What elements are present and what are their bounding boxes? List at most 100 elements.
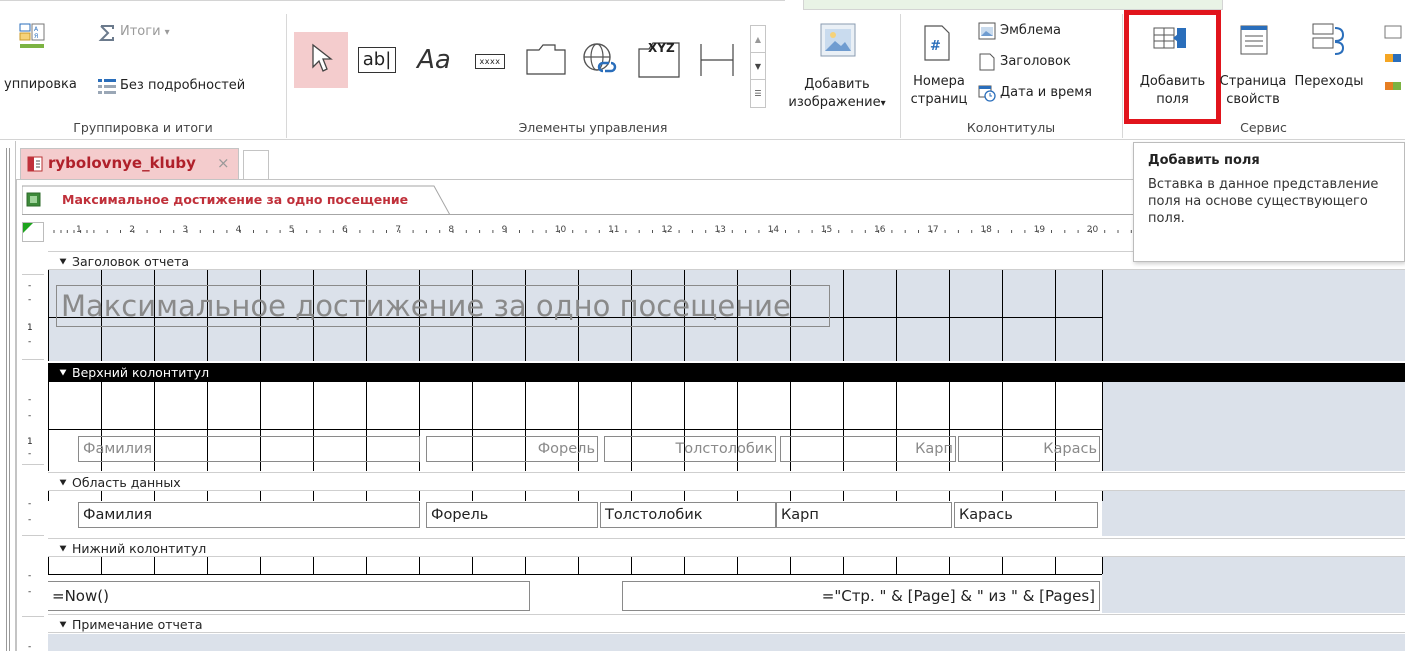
grid-line <box>737 557 738 574</box>
grid-line <box>207 491 208 501</box>
property-sheet-button[interactable]: Страница свойств <box>1217 73 1289 109</box>
grid-line <box>419 491 420 501</box>
now-field[interactable]: =Now() <box>48 581 530 611</box>
vruler-report-header: - - 1 - <box>22 274 44 360</box>
textbox-control[interactable]: ab| <box>354 44 400 76</box>
section-bar-report-footer[interactable]: ⯆ Примечание отчета <box>48 614 1405 633</box>
close-icon[interactable]: × <box>217 154 230 172</box>
page-number-icon: # <box>922 24 952 62</box>
ruler-number: 18 <box>980 225 992 235</box>
property-sheet-line2: свойств <box>1226 92 1280 107</box>
button-control[interactable]: xxxx <box>469 49 511 73</box>
group-button[interactable]: уппировка <box>4 77 77 92</box>
select-pointer-icon <box>309 43 333 77</box>
grid-line <box>843 557 844 574</box>
grid-line <box>101 557 102 574</box>
ruler-number: 11 <box>608 225 620 235</box>
grid-line <box>525 491 526 501</box>
report-selector[interactable] <box>22 222 44 242</box>
grid-line <box>1102 557 1103 574</box>
title-button[interactable]: Заголовок <box>1000 54 1071 69</box>
more-tools-icon[interactable] <box>1383 24 1405 98</box>
detail-section[interactable]: Фамилия Форель Толстолобик Карп Карась <box>48 491 1103 536</box>
grid-line <box>737 491 738 501</box>
grid-line <box>366 557 367 574</box>
section-bar-page-footer[interactable]: ⯆ Нижний колонтитул <box>48 538 1405 557</box>
grid-line <box>313 557 314 574</box>
sort-icon[interactable]: A Я <box>18 22 46 62</box>
report-header-section[interactable]: Максимальное достижение за одно посещени… <box>48 270 1103 361</box>
ruler-number: 20 <box>1086 225 1099 235</box>
ruler-number: 17 <box>927 225 939 235</box>
gallery-up-icon[interactable]: ▲ <box>751 26 765 53</box>
grid-line <box>525 557 526 574</box>
label-tolstolobik[interactable]: Толстолобик <box>604 436 776 462</box>
vruler-tick: - <box>28 281 32 291</box>
no-details-icon <box>97 78 117 96</box>
field-familiya[interactable]: Фамилия <box>78 502 420 528</box>
group-label-grouping: Группировка и итоги <box>73 120 213 135</box>
line-control[interactable] <box>694 40 740 80</box>
grid-line <box>472 557 473 574</box>
section-bar-page-header[interactable]: ⯆ Верхний колонтитул <box>48 363 1405 382</box>
design-gray-area <box>1102 382 1405 471</box>
svg-text:#: # <box>930 39 941 54</box>
grid-line <box>366 491 367 501</box>
grid-line <box>48 429 1102 430</box>
grid-line <box>1102 270 1103 361</box>
totals-button[interactable]: Итоги ▾ <box>120 24 170 39</box>
label-karas[interactable]: Карась <box>958 436 1100 462</box>
grid-line <box>48 270 49 361</box>
label-control[interactable]: Aa <box>409 44 459 76</box>
ruler-number: 14 <box>767 225 780 235</box>
image-icon <box>819 22 857 58</box>
ruler-number: 10 <box>554 225 567 235</box>
tab-order-button[interactable]: Переходы <box>1291 73 1367 91</box>
grid-line <box>578 491 579 501</box>
vertical-ruler: - - 1 - - - 1 - - - - - - <box>22 250 44 651</box>
ruler-number: 1 <box>76 225 82 235</box>
gallery-down-icon[interactable]: ▼ <box>751 53 765 80</box>
gallery-more-icon[interactable]: ☰ <box>751 80 765 107</box>
label-forel[interactable]: Форель <box>426 436 598 462</box>
ribbon-top-line <box>0 0 785 1</box>
date-time-button[interactable]: Дата и время <box>1000 85 1092 100</box>
section-label: Верхний колонтитул <box>72 365 210 380</box>
logo-button[interactable]: Эмблема <box>1000 23 1061 38</box>
field-tolstolobik[interactable]: Толстолобик <box>600 502 776 528</box>
section-bar-detail[interactable]: ⯆ Область данных <box>48 472 1405 491</box>
report-object-tab[interactable]: Максимальное достижение за одно посещени… <box>22 185 452 215</box>
field-forel[interactable]: Форель <box>426 502 598 528</box>
field-karp[interactable]: Карп <box>776 502 952 528</box>
add-image-button[interactable]: Добавить изображение▾ <box>785 76 889 113</box>
page-footer-section[interactable]: =Now() ="Стр. " & [Page] & " из " & [Pag… <box>48 557 1103 613</box>
ruler-number: 19 <box>1033 225 1046 235</box>
no-details-button[interactable]: Без подробностей <box>120 78 245 93</box>
page-numbers-button[interactable]: Номера страниц <box>906 73 972 109</box>
tab-control-icon <box>526 44 566 75</box>
controls-gallery-scroll[interactable]: ▲ ▼ ☰ <box>750 25 766 108</box>
tab-control[interactable] <box>523 40 569 78</box>
combo-control[interactable]: XYZ <box>634 36 684 82</box>
hyperlink-control[interactable] <box>578 40 624 82</box>
document-tab[interactable]: rybolovnye_kluby × <box>20 148 239 179</box>
page-number-field[interactable]: ="Стр. " & [Page] & " из " & [Pages] <box>622 581 1100 611</box>
button-control-label: xxxx <box>474 53 506 69</box>
select-control[interactable] <box>294 32 348 88</box>
add-fields-button[interactable]: Добавить поля <box>1129 73 1216 109</box>
ruler-number: 12 <box>661 225 673 235</box>
label-familiya[interactable]: Фамилия <box>78 436 420 462</box>
vruler-mark: 1 <box>27 323 33 333</box>
grid-line <box>896 557 897 574</box>
property-sheet-line1: Страница <box>1219 74 1287 89</box>
grid-line <box>684 557 685 574</box>
logo-icon <box>978 22 996 40</box>
field-karas[interactable]: Карась <box>954 502 1098 528</box>
nav-pane-splitter[interactable] <box>6 148 10 651</box>
vruler-page-footer: - - <box>22 559 44 617</box>
document-tab-empty[interactable] <box>243 150 269 179</box>
report-title-field[interactable]: Максимальное достижение за одно посещени… <box>56 285 830 327</box>
grid-line <box>1102 382 1103 471</box>
label-karp[interactable]: Карп <box>780 436 956 462</box>
page-header-section[interactable]: Фамилия Форель Толстолобик Карп Карась <box>48 382 1103 471</box>
